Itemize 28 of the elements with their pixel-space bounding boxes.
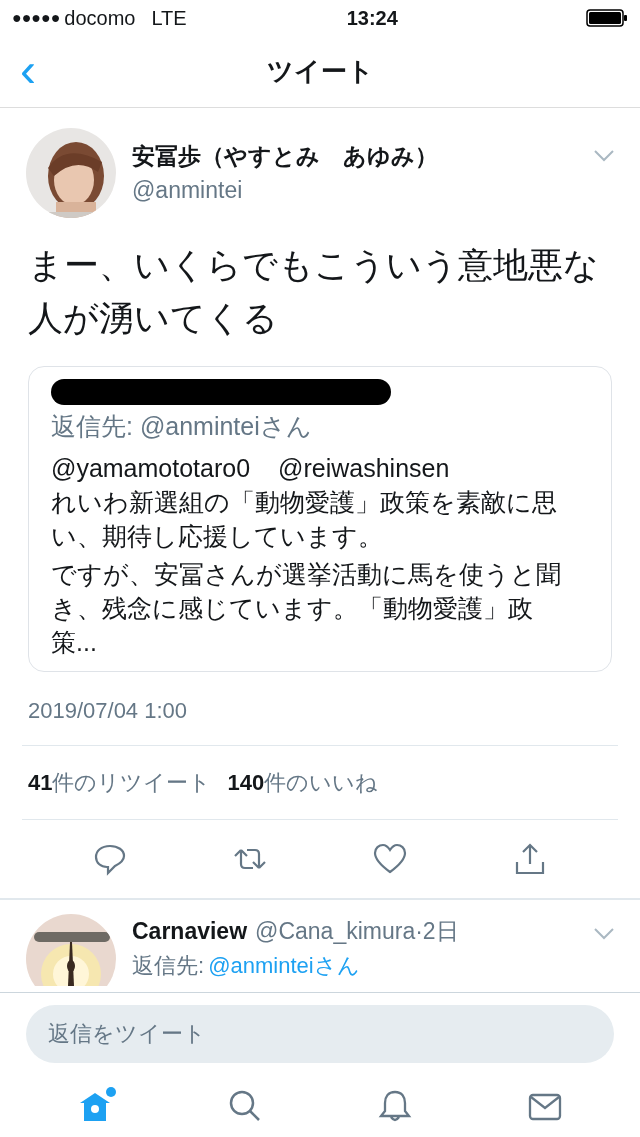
search-icon: [228, 1089, 262, 1123]
mention-link[interactable]: @yamamototaro0: [51, 451, 251, 485]
retweets-count[interactable]: 41件のリツイート: [28, 766, 212, 799]
bell-icon: [378, 1089, 412, 1123]
reply-time: ·2日: [415, 917, 459, 946]
status-time: 13:24: [346, 6, 398, 31]
reply-to-text: 返信先: @anminteiさん: [51, 411, 313, 442]
tweet-text: まー、いくらでもこういう意地悪な人が湧いてくる: [28, 244, 600, 339]
reply-input-field[interactable]: 返信をツイート: [26, 1005, 614, 1063]
quote-paragraph: れいわ新選組の「動物愛護」政策を素敵に思い、期待し応援しています。: [51, 487, 558, 552]
mention-link[interactable]: @reiwashinsen: [278, 451, 450, 485]
reply-icon[interactable]: [93, 842, 127, 876]
author-handle: @anmintei: [132, 176, 244, 205]
reply-author-handle: @Cana_kimura: [255, 917, 416, 946]
network-text: LTE: [151, 6, 187, 31]
carrier-text: docomo: [64, 6, 136, 31]
reply-author-name: Carnaview: [132, 917, 248, 946]
share-icon[interactable]: [513, 842, 547, 876]
battery-icon: [586, 8, 628, 28]
tweet-timestamp: 2019/07/04 1:00: [28, 697, 189, 725]
reply-to-label: 返信先:: [132, 952, 205, 978]
signal-icon: ●●●●●: [12, 6, 61, 30]
heart-icon[interactable]: [373, 842, 407, 876]
likes-count[interactable]: 140件のいいね: [227, 766, 379, 799]
author-name: 安冨歩（やすとみ あゆみ）: [132, 141, 439, 171]
quote-paragraph: ですが、安冨さんが選挙活動に馬を使うと聞き、残念に感じています。「動物愛護」政策...: [51, 559, 562, 658]
page-title: ツイート: [266, 55, 374, 88]
quoted-tweet-card[interactable]: 返信先: @anminteiさん @yamamototaro0 @reiwashinsen れいわ新選組の「動物愛護」政策を素敵に思い、期待し応援しています。 ですが、安冨さんが選挙活動に馬を使うと聞き、残念に感じています。「動物愛護」政策...: [28, 366, 612, 672]
